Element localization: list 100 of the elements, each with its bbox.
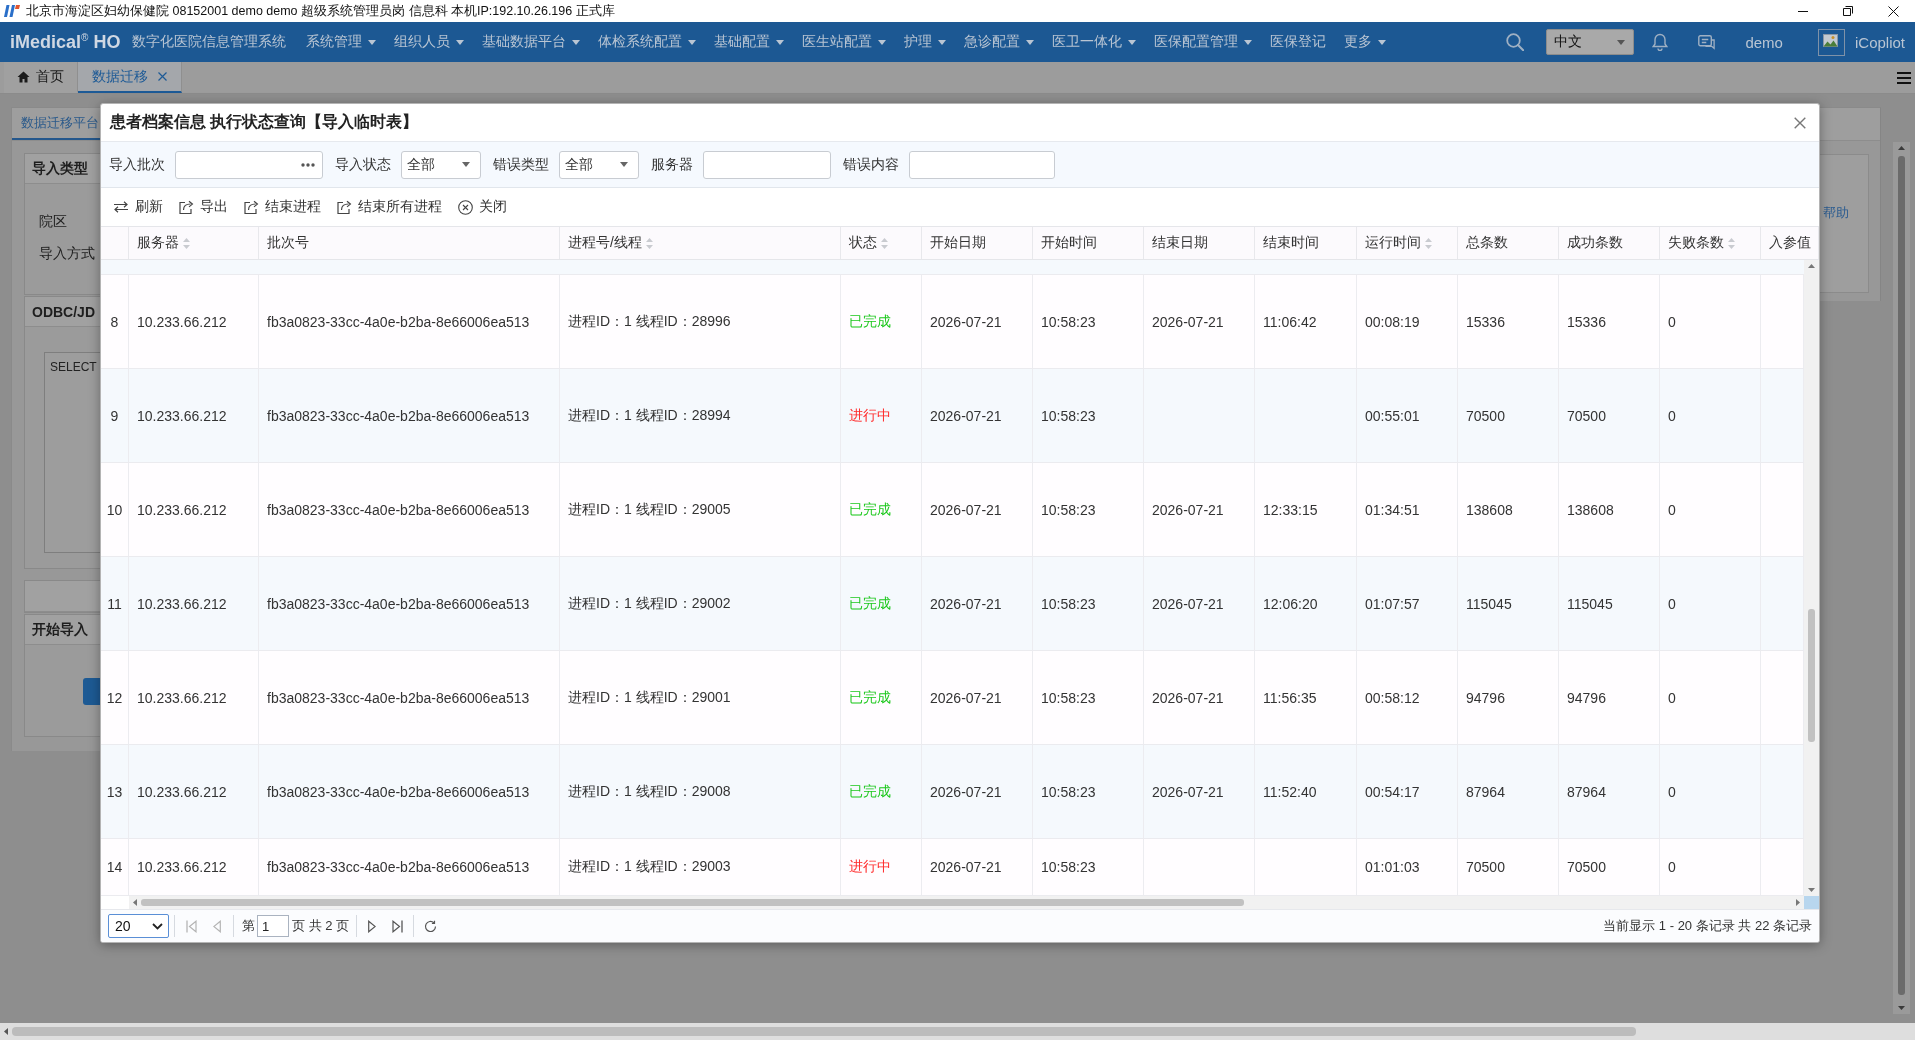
bell-icon[interactable] — [1652, 33, 1669, 51]
filter-label: 服务器 — [651, 155, 693, 174]
menu-item[interactable]: 急诊配置 — [964, 33, 1035, 51]
field-label: 导入方式 — [39, 245, 96, 263]
table-row[interactable]: 8 10.233.66.212 fb3a0823-33cc-4a0e-b2ba-8e66006ea513 进程ID：1 线程ID：28996 已完成 2026-07-21 10:58:23 2026-07-21 11:06:42 00:08:19 15336 15336 0 — [101, 275, 1804, 369]
circle-x-icon — [458, 199, 473, 215]
menu-icon[interactable] — [1897, 71, 1911, 84]
search-icon[interactable] — [1506, 33, 1525, 51]
table-cell: 10:58:23 — [1033, 557, 1144, 650]
close-icon[interactable] — [1888, 5, 1899, 17]
input-field[interactable] — [909, 150, 1055, 179]
page-tab[interactable]: 首页 — [4, 62, 78, 93]
table-row[interactable]: 10 10.233.66.212 fb3a0823-33cc-4a0e-b2ba-8e66006ea513 进程ID：1 线程ID：29005 已完成 2026-07-21 10:58:23 2026-07-21 12:33:15 01:34:51 138608 138608 0 — [101, 463, 1804, 557]
table-cell: 10:58:23 — [1033, 651, 1144, 744]
menu-item[interactable]: 医保登记 — [1270, 33, 1327, 51]
record-summary: 当前显示 1 - 20 条记录 共 22 条记录 — [1603, 917, 1812, 935]
caret-icon — [1244, 39, 1253, 45]
table-cell: fb3a0823-33cc-4a0e-b2ba-8e66006ea513 — [259, 839, 560, 895]
menu-item[interactable]: 护理 — [904, 33, 947, 51]
sort-icon — [183, 237, 190, 249]
app-icon — [4, 5, 20, 17]
last-page-icon[interactable] — [392, 919, 404, 933]
table-cell: fb3a0823-33cc-4a0e-b2ba-8e66006ea513 — [259, 745, 560, 838]
column-header[interactable]: 开始日期 — [930, 234, 986, 252]
column-header[interactable]: 失败条数 — [1668, 234, 1735, 252]
toolbar-button[interactable]: 关闭 — [458, 198, 507, 216]
table-row[interactable]: 13 10.233.66.212 fb3a0823-33cc-4a0e-b2ba-8e66006ea513 进程ID：1 线程ID：29008 已完成 2026-07-21 10:58:23 2026-07-21 11:52:40 00:54:17 87964 87964 0 — [101, 745, 1804, 839]
dropdown-select[interactable]: 全部 — [401, 150, 481, 179]
table-cell: 15336 — [1458, 275, 1559, 368]
restore-icon[interactable] — [1843, 6, 1853, 16]
caret-icon — [1128, 39, 1137, 45]
table-cell: 01:01:03 — [1357, 839, 1458, 895]
column-header[interactable]: 结束日期 — [1152, 234, 1208, 252]
column-header[interactable]: 成功条数 — [1567, 234, 1623, 252]
column-header[interactable]: 入参值 — [1769, 234, 1811, 252]
table-cell: 2026-07-21 — [1144, 463, 1255, 556]
language-select[interactable]: 中文 — [1546, 29, 1635, 55]
table-row[interactable]: 11 10.233.66.212 fb3a0823-33cc-4a0e-b2ba-8e66006ea513 进程ID：1 线程ID：29002 已完成 2026-07-21 10:58:23 2026-07-21 12:06:20 01:07:57 115045 115045 0 — [101, 557, 1804, 651]
table-cell: 进程ID：1 线程ID：29005 — [560, 463, 841, 556]
table-cell: 进程ID：1 线程ID：28996 — [560, 275, 841, 368]
table-cell: 2026-07-21 — [922, 651, 1033, 744]
column-header[interactable]: 结束时间 — [1263, 234, 1319, 252]
row-number: 8 — [101, 275, 129, 368]
page-input[interactable]: 1 — [257, 915, 289, 937]
sort-icon — [1425, 237, 1432, 249]
input-field[interactable] — [703, 150, 831, 179]
filter-label: 错误类型 — [493, 155, 549, 174]
toolbar-button[interactable]: 结束所有进程 — [337, 198, 442, 216]
system-name: 数字化医院信息管理系统 — [132, 33, 287, 51]
menu-item[interactable]: 系统管理 — [306, 33, 377, 51]
page-size-select[interactable]: 20 — [108, 914, 169, 938]
menu-item[interactable]: 医生站配置 — [802, 33, 887, 51]
column-header[interactable]: 服务器 — [137, 234, 190, 252]
field-label: 院区 — [39, 213, 68, 231]
caret-icon — [938, 39, 947, 45]
query-field[interactable]: SELECT — [44, 352, 100, 553]
table-cell: 11:52:40 — [1255, 745, 1357, 838]
table-cell: 15336 — [1559, 275, 1660, 368]
column-header[interactable]: 进程号/线程 — [568, 234, 653, 252]
menu-item[interactable]: 更多 — [1344, 33, 1387, 51]
row-number: 9 — [101, 369, 129, 462]
toolbar-button[interactable]: 结束进程 — [244, 198, 321, 216]
table-row[interactable]: 9 10.233.66.212 fb3a0823-33cc-4a0e-b2ba-8e66006ea513 进程ID：1 线程ID：28994 进行中 2026-07-21 10:58:23 00:55:01 70500 70500 0 — [101, 369, 1804, 463]
menu-item[interactable]: 医保配置管理 — [1154, 33, 1253, 51]
table-cell: 11:06:42 — [1255, 275, 1357, 368]
toolbar-button[interactable]: 导出 — [179, 198, 228, 216]
menu-item[interactable]: 基础配置 — [714, 33, 785, 51]
next-page-icon[interactable] — [368, 919, 377, 933]
table-cell: 2026-07-21 — [1144, 651, 1255, 744]
column-header[interactable]: 批次号 — [267, 234, 309, 252]
table-cell: 87964 — [1559, 745, 1660, 838]
table-cell: 138608 — [1458, 463, 1559, 556]
table-cell: 11:56:35 — [1255, 651, 1357, 744]
dropdown-select[interactable]: 全部 — [559, 150, 639, 179]
table-cell: 0 — [1660, 839, 1761, 895]
user-name[interactable]: demo — [1745, 33, 1783, 51]
column-header[interactable]: 开始时间 — [1041, 234, 1097, 252]
table-row[interactable]: 12 10.233.66.212 fb3a0823-33cc-4a0e-b2ba-8e66006ea513 进程ID：1 线程ID：29001 已完成 2026-07-21 10:58:23 2026-07-21 11:56:35 00:58:12 94796 94796 0 — [101, 651, 1804, 745]
toolbar-button[interactable]: 刷新 — [113, 198, 163, 216]
table-cell: fb3a0823-33cc-4a0e-b2ba-8e66006ea513 — [259, 275, 560, 368]
menu-item[interactable]: 体检系统配置 — [598, 33, 697, 51]
status-text: 进行中 — [849, 858, 891, 876]
menu-item[interactable]: 组织人员 — [394, 33, 465, 51]
filter-label: 导入批次 — [109, 155, 165, 174]
table-cell: 115045 — [1559, 557, 1660, 650]
menu-item[interactable]: 医卫一体化 — [1052, 33, 1137, 51]
assistant-link[interactable]: iCopliot — [1854, 33, 1905, 51]
minimize-icon[interactable] — [1798, 10, 1808, 12]
message-icon[interactable] — [1698, 34, 1716, 50]
column-header[interactable]: 总条数 — [1466, 234, 1508, 252]
section-title: 导入类型 — [25, 154, 100, 184]
picker-field[interactable] — [175, 150, 323, 179]
column-header[interactable]: 状态 — [849, 234, 888, 252]
table-cell: 2026-07-21 — [1144, 557, 1255, 650]
table-row[interactable]: 14 10.233.66.212 fb3a0823-33cc-4a0e-b2ba-8e66006ea513 进程ID：1 线程ID：29003 进行中 2026-07-21 10:58:23 01:01:03 70500 70500 0 — [101, 839, 1804, 896]
table-cell: 进程ID：1 线程ID：29002 — [560, 557, 841, 650]
refresh-icon[interactable] — [424, 919, 438, 933]
sort-icon — [881, 237, 888, 249]
column-header[interactable]: 运行时间 — [1365, 234, 1432, 252]
menu-item[interactable]: 基础数据平台 — [482, 33, 581, 51]
